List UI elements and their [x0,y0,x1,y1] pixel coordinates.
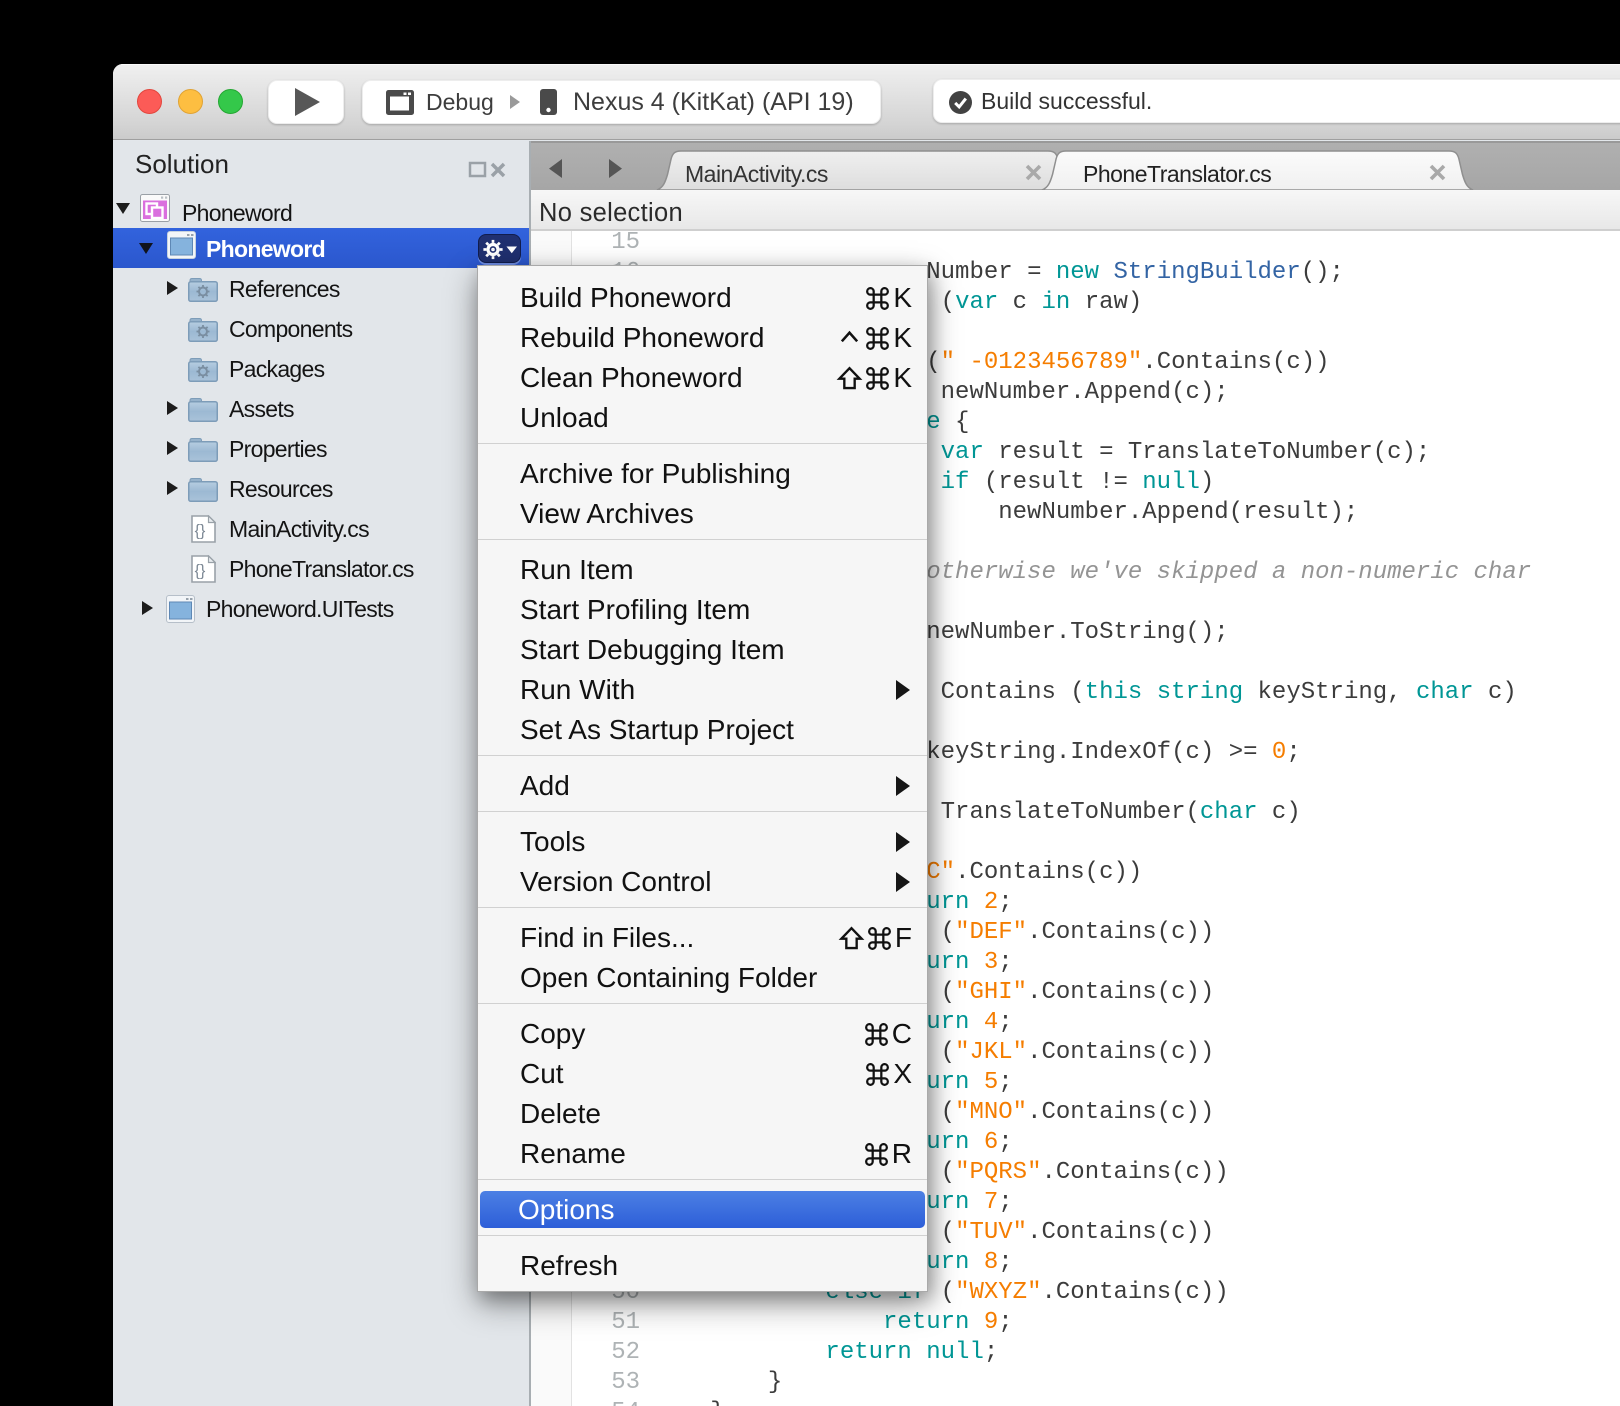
svg-text:MainActivity.cs: MainActivity.cs [685,161,828,187]
svg-text:{}: {} [195,523,206,540]
svg-text:{}: {} [195,563,206,580]
svg-text:PhoneTranslator.cs: PhoneTranslator.cs [1083,161,1271,187]
